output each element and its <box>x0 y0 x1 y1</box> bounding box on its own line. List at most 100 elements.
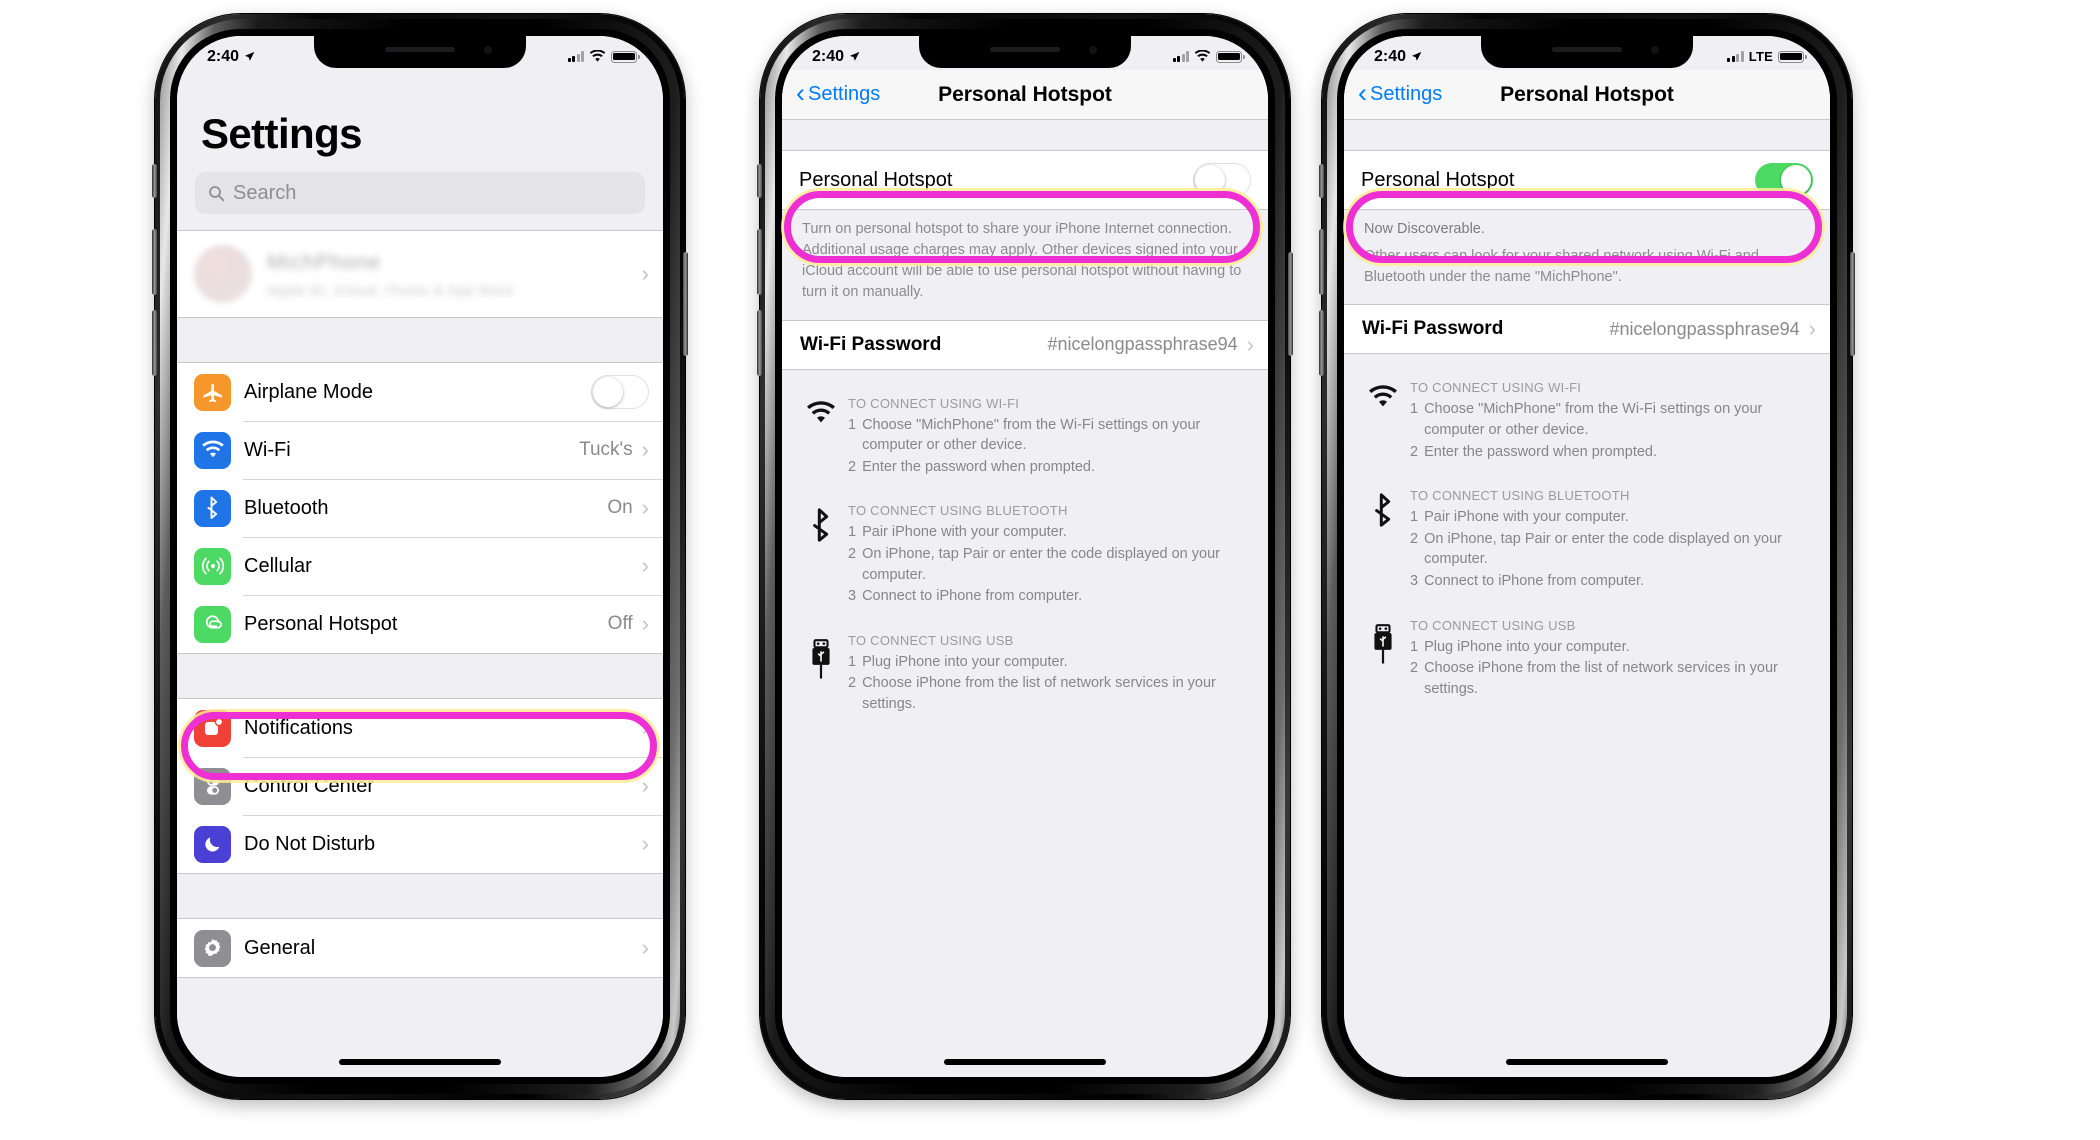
power-button[interactable] <box>1850 252 1855 356</box>
personal-hotspot-label: Personal Hotspot <box>1361 168 1515 191</box>
instruction-block-usb-3: TO CONNECT USING USB 1 Plug iPhone into y… <box>1344 618 1830 700</box>
instruction-body: TO CONNECT USING WI-FI 1 Choose "MichPhon… <box>842 396 1252 478</box>
chevron-right-icon: › <box>641 831 649 856</box>
sidebar-item-wifi[interactable]: Wi-Fi Tuck's › <box>177 421 663 479</box>
step-number: 1 <box>1410 401 1419 418</box>
airplane-icon <box>194 373 231 411</box>
chevron-right-icon: › <box>641 495 649 520</box>
network-type-label: LTE <box>1748 49 1773 64</box>
back-label: Settings <box>1370 83 1443 105</box>
sidebar-item-personal-hotspot[interactable]: Personal Hotspot Off › <box>177 595 663 653</box>
home-indicator[interactable] <box>944 1059 1106 1065</box>
instruction-step: 1 Plug iPhone into your computer. <box>848 652 1252 673</box>
instruction-body: TO CONNECT USING USB 1 Plug iPhone into y… <box>1404 618 1814 700</box>
iphone-device-1: 2:40 Settings Search MichPhone Apple ID,… <box>152 14 688 1099</box>
row-label: Do Not Disturb <box>244 832 376 855</box>
instruction-step: 3 Connect to iPhone from computer. <box>848 586 1252 607</box>
status-left: 2:40 <box>812 48 860 66</box>
step-text: Pair iPhone with your computer. <box>1424 509 1629 526</box>
wifi-password-row-2[interactable]: Wi-Fi Password #nicelongpassphrase94 › <box>782 319 1268 370</box>
back-button[interactable]: ‹ Settings <box>1358 80 1443 107</box>
usb-icon <box>800 633 842 715</box>
status-time: 2:40 <box>207 47 240 65</box>
step-text: On iPhone, tap Pair or enter the code di… <box>862 545 1220 583</box>
row-label: Control Center <box>244 774 375 797</box>
personal-hotspot-toggle[interactable] <box>1193 163 1251 197</box>
mute-switch[interactable] <box>1319 164 1324 198</box>
home-indicator[interactable] <box>1506 1059 1668 1065</box>
airplane-mode-toggle[interactable] <box>591 375 649 409</box>
instruction-heading: TO CONNECT USING BLUETOOTH <box>1410 488 1630 504</box>
mute-switch[interactable] <box>152 164 157 198</box>
wifi-status-icon <box>589 50 606 62</box>
instruction-heading: TO CONNECT USING USB <box>848 632 1014 648</box>
sidebar-item-cellular[interactable]: Cellular › <box>177 537 663 595</box>
personal-hotspot-toggle[interactable] <box>1755 163 1813 197</box>
power-button[interactable] <box>683 252 688 356</box>
row-value: On <box>607 497 633 518</box>
apple-id-subtitle: Apple ID, iCloud, iTunes & App Store <box>267 281 515 298</box>
volume-up-button[interactable] <box>1319 229 1324 295</box>
location-arrow-icon <box>244 51 255 61</box>
personal-hotspot-label: Personal Hotspot <box>799 168 953 191</box>
back-label: Settings <box>808 83 881 105</box>
sidebar-item-bluetooth[interactable]: Bluetooth On › <box>177 479 663 537</box>
home-indicator[interactable] <box>339 1059 501 1065</box>
hotspot-scroll-view-2[interactable]: Personal Hotspot Turn on personal hotspo… <box>782 120 1268 1077</box>
hotspot-icon <box>194 605 231 643</box>
battery-icon <box>1216 50 1245 63</box>
volume-up-button[interactable] <box>757 229 762 295</box>
power-button[interactable] <box>1288 252 1293 356</box>
step-text: Plug iPhone into your computer. <box>862 653 1068 670</box>
chevron-right-icon: › <box>641 437 649 462</box>
wifi-password-row-3[interactable]: Wi-Fi Password #nicelongpassphrase94 › <box>1344 304 1830 355</box>
volume-up-button[interactable] <box>152 229 157 295</box>
chevron-right-icon: › <box>1246 331 1254 357</box>
usb-icon <box>1362 618 1404 700</box>
settings-scroll-view[interactable]: Settings Search MichPhone Apple ID, iClo… <box>177 70 663 1077</box>
instruction-step: 1 Pair iPhone with your computer. <box>1410 507 1814 528</box>
hotspot-scroll-view-3[interactable]: Personal Hotspot Now Discoverable. Other… <box>1344 120 1830 1077</box>
chevron-right-icon: › <box>641 773 649 798</box>
search-input[interactable]: Search <box>195 172 645 214</box>
instruction-block-wifi-2: TO CONNECT USING WI-FI 1 Choose "MichPhon… <box>782 396 1268 478</box>
wifi-icon <box>800 396 842 478</box>
sidebar-item-notifications[interactable]: Notifications › <box>177 699 663 757</box>
instruction-body: TO CONNECT USING WI-FI 1 Choose "MichPhon… <box>1404 380 1814 462</box>
instruction-body: TO CONNECT USING USB 1 Plug iPhone into y… <box>842 633 1252 715</box>
location-arrow-icon <box>1411 51 1422 61</box>
sidebar-item-general[interactable]: General › <box>177 919 663 977</box>
step-text: Enter the password when prompted. <box>1424 443 1658 460</box>
volume-down-button[interactable] <box>152 310 157 376</box>
step-number: 2 <box>848 675 857 692</box>
personal-hotspot-toggle-row-2[interactable]: Personal Hotspot <box>782 150 1268 210</box>
sidebar-item-do-not-disturb[interactable]: Do Not Disturb › <box>177 815 663 873</box>
status-left: 2:40 <box>1374 48 1422 66</box>
row-label: Notifications <box>244 716 353 739</box>
back-button[interactable]: ‹ Settings <box>796 80 881 107</box>
sidebar-item-control-center[interactable]: Control Center › <box>177 757 663 815</box>
sidebar-item-airplane-mode[interactable]: Airplane Mode <box>177 363 663 421</box>
gear-icon <box>194 929 231 967</box>
location-arrow-icon <box>849 51 860 61</box>
volume-down-button[interactable] <box>1319 310 1324 376</box>
hotspot-description-2: Turn on personal hotspot to share your i… <box>802 221 1242 301</box>
hotspot-description-3: Now Discoverable. Other users can look f… <box>1344 210 1830 304</box>
instruction-step: 2 On iPhone, tap Pair or enter the code d… <box>1410 529 1814 570</box>
personal-hotspot-toggle-row-3[interactable]: Personal Hotspot <box>1344 150 1830 210</box>
chevron-right-icon: › <box>641 611 649 636</box>
volume-down-button[interactable] <box>757 310 762 376</box>
instruction-block-usb-2: TO CONNECT USING USB 1 Plug iPhone into y… <box>782 633 1268 715</box>
search-placeholder: Search <box>233 181 297 204</box>
mute-switch[interactable] <box>757 164 762 198</box>
apple-id-row[interactable]: MichPhone Apple ID, iCloud, iTunes & App… <box>177 231 663 317</box>
step-text: On iPhone, tap Pair or enter the code di… <box>1424 530 1782 568</box>
device-inner: 2:40 <box>170 29 670 1084</box>
chevron-right-icon: › <box>641 715 649 740</box>
control-center-icon <box>194 767 231 805</box>
step-text: Pair iPhone with your computer. <box>862 524 1067 541</box>
instruction-step: 2 Enter the password when prompted. <box>848 457 1252 478</box>
status-time: 2:40 <box>1374 47 1407 65</box>
